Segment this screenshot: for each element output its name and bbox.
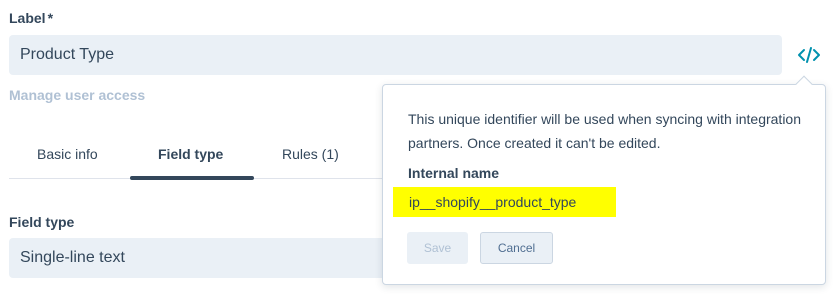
label-input-value: Product Type xyxy=(20,46,114,63)
tab-bar: Basic info Field type Rules (1) xyxy=(9,135,382,180)
field-type-value: Single-line text xyxy=(20,249,125,266)
active-tab-indicator xyxy=(130,176,254,180)
save-button[interactable]: Save xyxy=(407,232,468,264)
field-type-select[interactable]: Single-line text xyxy=(9,238,389,278)
cancel-button[interactable]: Cancel xyxy=(480,232,553,264)
tab-field-type[interactable]: Field type xyxy=(158,146,223,162)
code-button[interactable] xyxy=(796,43,822,67)
label-field-label: Label * xyxy=(9,10,53,26)
internal-name-label: Internal name xyxy=(408,165,500,181)
required-marker: * xyxy=(47,10,54,26)
label-input[interactable]: Product Type xyxy=(9,35,782,75)
popover-arrow xyxy=(795,75,813,93)
field-type-label: Field type xyxy=(9,214,75,230)
internal-name-value: ip__shopify__product_type xyxy=(393,187,616,217)
internal-name-popover: This unique identifier will be used when… xyxy=(382,75,826,285)
code-icon xyxy=(798,47,820,63)
popover-description: This unique identifier will be used when… xyxy=(408,111,801,151)
tab-rules[interactable]: Rules (1) xyxy=(282,146,339,162)
internal-name-text: ip__shopify__product_type xyxy=(409,194,577,210)
tab-basic-info[interactable]: Basic info xyxy=(37,146,98,162)
manage-user-access-link[interactable]: Manage user access xyxy=(9,87,145,103)
label-field-label-text: Label xyxy=(9,10,46,26)
